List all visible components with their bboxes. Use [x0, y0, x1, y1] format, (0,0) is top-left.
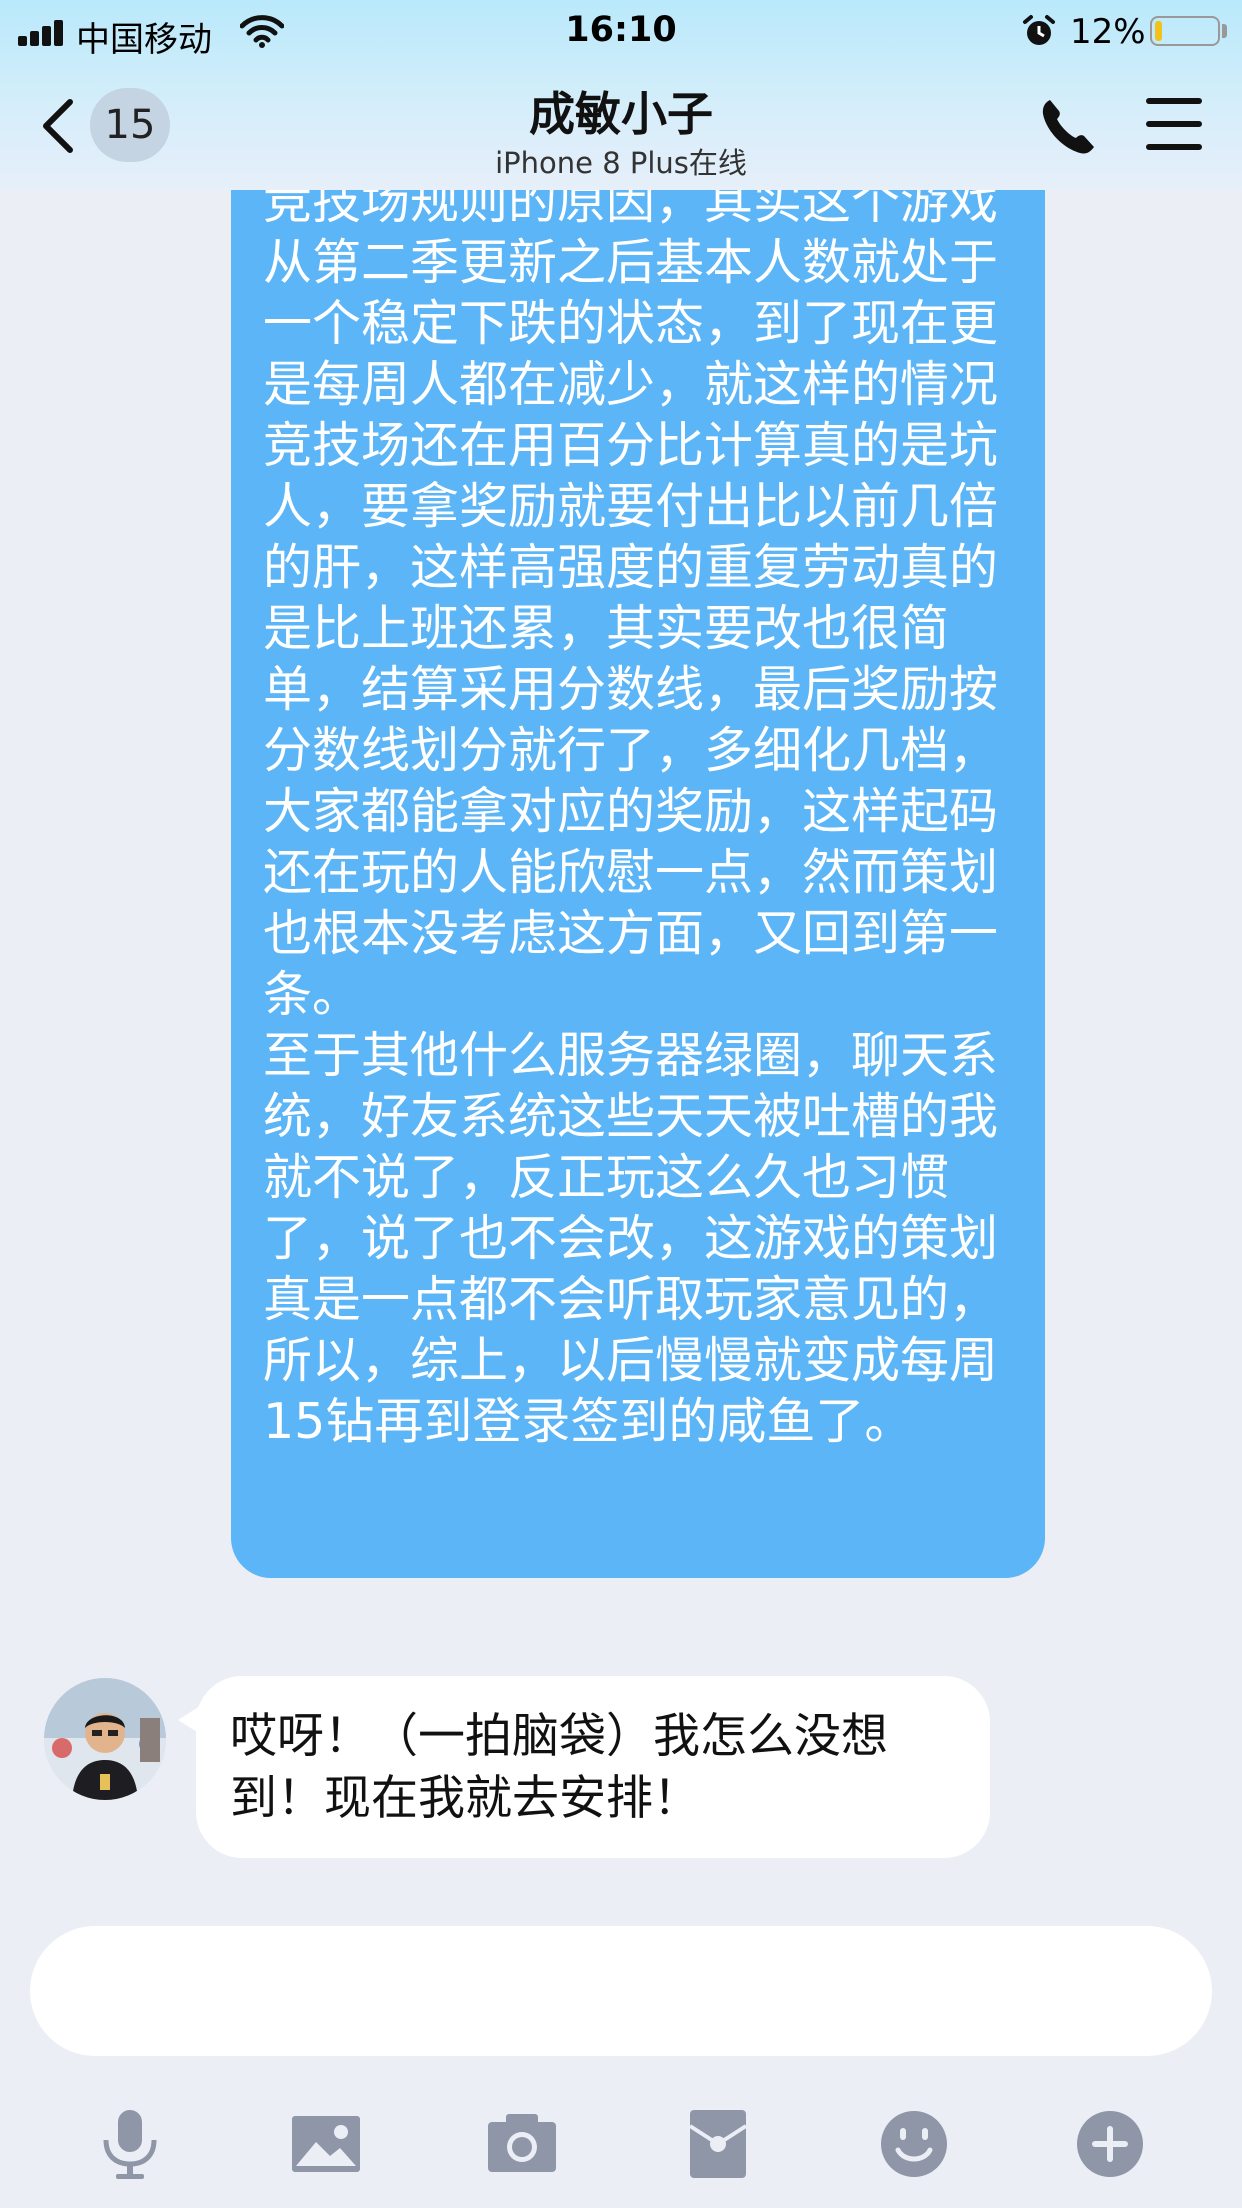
alarm-icon — [1023, 15, 1055, 45]
chat-header: 中国移动 16:10 12% 15 成敏小子 iPhone 8 Plus在线 — [0, 0, 1242, 190]
received-message-bubble[interactable]: 哎呀！（一拍脑袋）我怎么没想到！现在我就去安排！ — [196, 1676, 990, 1858]
sent-message-text: 30钻！！！这个占很绝flow是是竞技场规则的原因，其实这个游戏从第二季更新之后… — [263, 152, 999, 1450]
red-packet-icon[interactable] — [678, 2104, 758, 2184]
nav-bar: 15 成敏小子 iPhone 8 Plus在线 — [0, 62, 1242, 190]
status-bar: 中国移动 16:10 12% — [0, 0, 1242, 62]
plus-icon[interactable] — [1070, 2104, 1150, 2184]
menu-button[interactable] — [1146, 98, 1202, 150]
received-message-text: 哎呀！（一拍脑袋）我怎么没想到！现在我就去安排！ — [230, 1709, 888, 1826]
microphone-icon[interactable] — [90, 2104, 170, 2184]
input-area — [0, 1896, 1242, 2208]
emoji-icon[interactable] — [874, 2104, 954, 2184]
battery-percent: 12% — [1070, 12, 1146, 52]
sent-message-bubble[interactable]: 30钻！！！这个占很绝flow是是竞技场规则的原因，其实这个游戏从第二季更新之后… — [231, 152, 1045, 1578]
camera-icon[interactable] — [482, 2104, 562, 2184]
image-icon[interactable] — [286, 2104, 366, 2184]
battery-cap — [1222, 24, 1227, 38]
battery-level-fill — [1155, 21, 1162, 41]
contact-avatar-image — [44, 1678, 166, 1800]
message-input[interactable] — [30, 1926, 1212, 2056]
phone-call-icon[interactable] — [1040, 96, 1096, 156]
battery-icon — [1150, 16, 1220, 46]
avatar[interactable] — [44, 1678, 166, 1800]
